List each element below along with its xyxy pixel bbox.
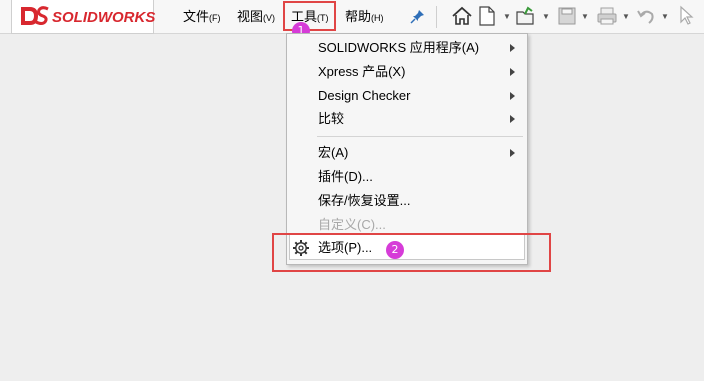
menu-item-label: 插件(D)... bbox=[318, 169, 373, 184]
title-toolbar-bar: SOLIDWORKS 文件(F) 视图(V) 工具(T) 帮助(H) ▼ ▼ ▼… bbox=[0, 0, 704, 34]
toolbar-separator bbox=[436, 6, 437, 28]
home-icon[interactable] bbox=[451, 5, 473, 27]
menu-item-label: 保存/恢复设置... bbox=[318, 193, 411, 208]
menu-item-label: Design Checker bbox=[318, 88, 411, 103]
select-cursor-icon[interactable] bbox=[678, 5, 694, 27]
submenu-arrow-icon bbox=[510, 115, 515, 123]
solidworks-logo[interactable]: SOLIDWORKS bbox=[11, 0, 156, 34]
new-document-icon[interactable] bbox=[478, 5, 496, 27]
submenu-arrow-icon bbox=[510, 44, 515, 52]
menu-item-label: 自定义(C)... bbox=[318, 217, 386, 232]
menu-file-accel: (F) bbox=[209, 13, 221, 23]
menu-item-solidworks-apps[interactable]: SOLIDWORKS 应用程序(A) bbox=[318, 38, 479, 58]
new-document-dropdown-icon[interactable]: ▼ bbox=[503, 12, 511, 21]
menu-item-customize: 自定义(C)... bbox=[318, 215, 386, 235]
open-dropdown-icon[interactable]: ▼ bbox=[542, 12, 550, 21]
step-2-badge: 2 bbox=[386, 241, 404, 259]
menu-item-compare[interactable]: 比较 bbox=[318, 109, 344, 129]
submenu-arrow-icon bbox=[510, 68, 515, 76]
menu-item-label: 比较 bbox=[318, 111, 345, 126]
print-dropdown-icon[interactable]: ▼ bbox=[622, 12, 630, 21]
menu-help-label: 帮助 bbox=[345, 9, 372, 24]
menu-item-save-restore-settings[interactable]: 保存/恢复设置... bbox=[318, 191, 410, 211]
undo-dropdown-icon[interactable]: ▼ bbox=[661, 12, 669, 21]
undo-icon[interactable] bbox=[636, 5, 656, 27]
menu-item-label: 宏(A) bbox=[318, 145, 349, 160]
menu-file-label: 文件 bbox=[183, 9, 210, 24]
menu-item-label: Xpress 产品(X) bbox=[318, 64, 406, 79]
menu-help[interactable]: 帮助(H) bbox=[345, 7, 384, 27]
ds-logo-icon bbox=[21, 6, 49, 25]
pin-icon[interactable] bbox=[410, 8, 426, 24]
menu-view-label: 视图 bbox=[237, 9, 264, 24]
menu-file[interactable]: 文件(F) bbox=[183, 7, 221, 27]
menu-item-design-checker[interactable]: Design Checker bbox=[318, 86, 411, 106]
options-highlight-box bbox=[272, 233, 551, 272]
logo-text: SOLIDWORKS bbox=[52, 9, 156, 26]
save-icon[interactable] bbox=[557, 5, 577, 27]
menu-item-addins[interactable]: 插件(D)... bbox=[318, 167, 373, 187]
menu-help-accel: (H) bbox=[371, 13, 384, 23]
tools-dropdown-menu: SOLIDWORKS 应用程序(A) Xpress 产品(X) Design C… bbox=[286, 33, 528, 265]
menu-item-label: SOLIDWORKS 应用程序(A) bbox=[318, 40, 480, 55]
menu-view[interactable]: 视图(V) bbox=[237, 7, 275, 27]
submenu-arrow-icon bbox=[510, 149, 515, 157]
print-icon[interactable] bbox=[596, 5, 618, 27]
submenu-arrow-icon bbox=[510, 92, 515, 100]
menu-item-macro[interactable]: 宏(A) bbox=[318, 143, 348, 163]
open-folder-icon[interactable] bbox=[515, 5, 537, 27]
tools-menu-highlight bbox=[283, 1, 336, 31]
menu-separator bbox=[317, 136, 523, 137]
menu-item-xpress[interactable]: Xpress 产品(X) bbox=[318, 62, 405, 82]
save-dropdown-icon[interactable]: ▼ bbox=[581, 12, 589, 21]
menu-view-accel: (V) bbox=[263, 13, 276, 23]
